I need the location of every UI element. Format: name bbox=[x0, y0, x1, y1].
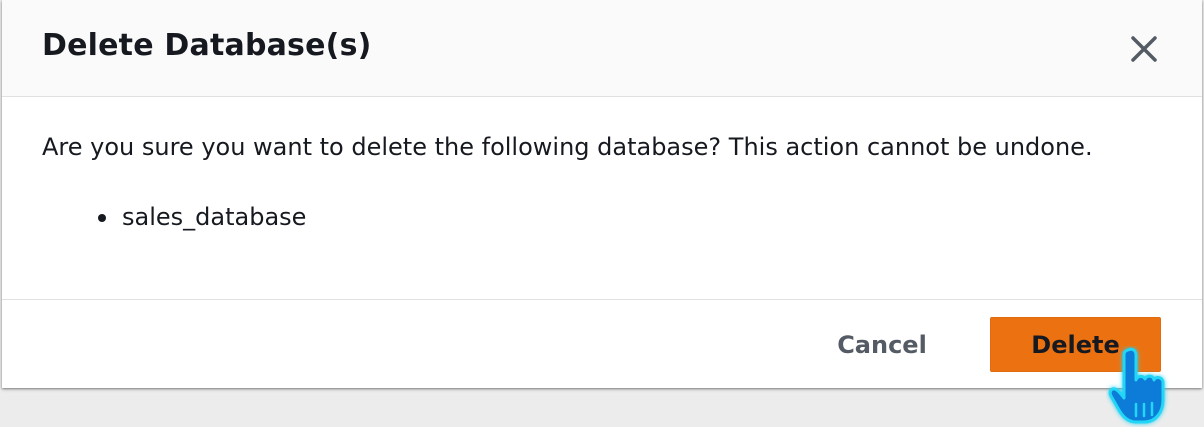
bullet-icon bbox=[98, 214, 106, 222]
confirmation-message: Are you sure you want to delete the foll… bbox=[42, 133, 1093, 161]
cancel-button[interactable]: Cancel bbox=[814, 317, 950, 373]
database-list: sales_database bbox=[94, 201, 306, 233]
list-item: sales_database bbox=[94, 201, 306, 233]
delete-button[interactable]: Delete bbox=[990, 317, 1161, 372]
dialog-body: Are you sure you want to delete the foll… bbox=[2, 97, 1202, 299]
database-name: sales_database bbox=[122, 203, 307, 231]
delete-database-dialog: Delete Database(s) Are you sure you want… bbox=[2, 0, 1202, 388]
dialog-header: Delete Database(s) bbox=[2, 0, 1202, 97]
close-button[interactable] bbox=[1124, 29, 1164, 69]
dialog-footer: Cancel Delete bbox=[2, 299, 1202, 388]
dialog-title: Delete Database(s) bbox=[42, 28, 372, 63]
close-icon bbox=[1131, 36, 1157, 62]
